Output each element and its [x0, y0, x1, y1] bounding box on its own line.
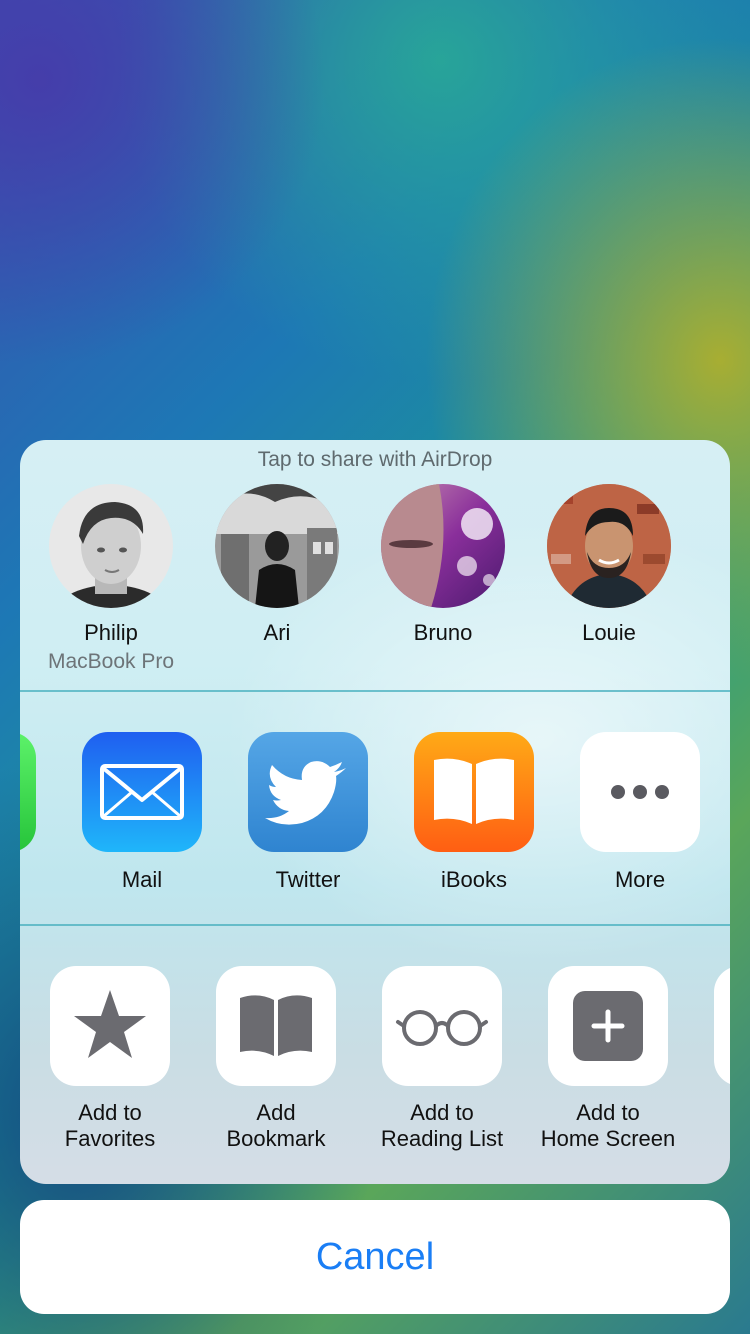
twitter-icon — [248, 732, 368, 852]
action-label-line: Add to — [78, 1100, 142, 1125]
share-app-label: More — [614, 867, 666, 892]
airdrop-contact-ari[interactable]: Ari — [194, 484, 360, 646]
share-app-more[interactable]: More — [557, 732, 723, 893]
action-label: Add Bookmark — [193, 1100, 359, 1152]
avatar-ari — [215, 484, 339, 608]
share-app-ibooks[interactable]: iBooks — [391, 732, 557, 893]
glasses-icon — [382, 966, 502, 1086]
action-label-line: Bookmark — [226, 1126, 326, 1151]
contact-device: MacBook Pro — [47, 650, 175, 673]
airdrop-contact-philip[interactable]: Philip MacBook Pro — [28, 484, 194, 674]
contact-name: Ari — [263, 620, 291, 645]
share-app-label: iBooks — [440, 867, 508, 892]
action-label-line: Add — [256, 1100, 296, 1125]
cancel-button[interactable]: Cancel — [20, 1200, 730, 1314]
more-icon — [580, 732, 700, 852]
airdrop-contacts-row: Philip MacBook Pro Ari Bruno Louie — [20, 484, 730, 690]
action-label-line: Home Screen — [540, 1126, 676, 1151]
mail-icon — [82, 732, 202, 852]
action-label: Add to Home Screen — [525, 1100, 691, 1152]
action-label-line: Favorites — [64, 1126, 156, 1151]
action-label: Add to Reading List — [359, 1100, 525, 1152]
share-app-twitter[interactable]: Twitter — [225, 732, 391, 893]
action-add-to-favorites[interactable]: Add to Favorites — [27, 966, 193, 1152]
actions-row: Add to Favorites Add Bookmark Add to Rea… — [20, 966, 730, 1166]
action-label-line: Reading List — [380, 1126, 504, 1151]
share-app-mail[interactable]: Mail — [59, 732, 225, 893]
contact-name: Louie — [582, 620, 636, 645]
avatar-philip — [49, 484, 173, 608]
action-label-line: Add to — [410, 1100, 474, 1125]
action-add-to-reading-list[interactable]: Add to Reading List — [359, 966, 525, 1152]
contact-name: Philip — [84, 620, 138, 645]
airdrop-contact-bruno[interactable]: Bruno — [360, 484, 526, 646]
messages-app-icon-partial[interactable] — [20, 732, 36, 852]
book-icon — [216, 966, 336, 1086]
wallpaper: Tap to share with AirDrop Philip MacBook… — [0, 0, 750, 1334]
share-sheet: Tap to share with AirDrop Philip MacBook… — [20, 440, 730, 1184]
action-icon-partial[interactable] — [714, 966, 730, 1086]
star-icon — [50, 966, 170, 1086]
avatar-bruno — [381, 484, 505, 608]
section-divider — [20, 924, 730, 926]
action-label-line: Add to — [576, 1100, 640, 1125]
section-divider — [20, 690, 730, 692]
share-app-label: Mail — [121, 867, 163, 892]
action-add-bookmark[interactable]: Add Bookmark — [193, 966, 359, 1152]
contact-name: Bruno — [413, 620, 473, 645]
share-apps-row: Mail Twitter iBooks More — [20, 732, 730, 922]
share-app-label: Twitter — [275, 867, 341, 892]
ibooks-icon — [414, 732, 534, 852]
action-label: Add to Favorites — [27, 1100, 193, 1152]
airdrop-title: Tap to share with AirDrop — [257, 448, 493, 471]
action-add-to-home-screen[interactable]: Add to Home Screen — [525, 966, 691, 1152]
plus-square-icon — [548, 966, 668, 1086]
airdrop-contact-louie[interactable]: Louie — [526, 484, 692, 646]
avatar-louie — [547, 484, 671, 608]
